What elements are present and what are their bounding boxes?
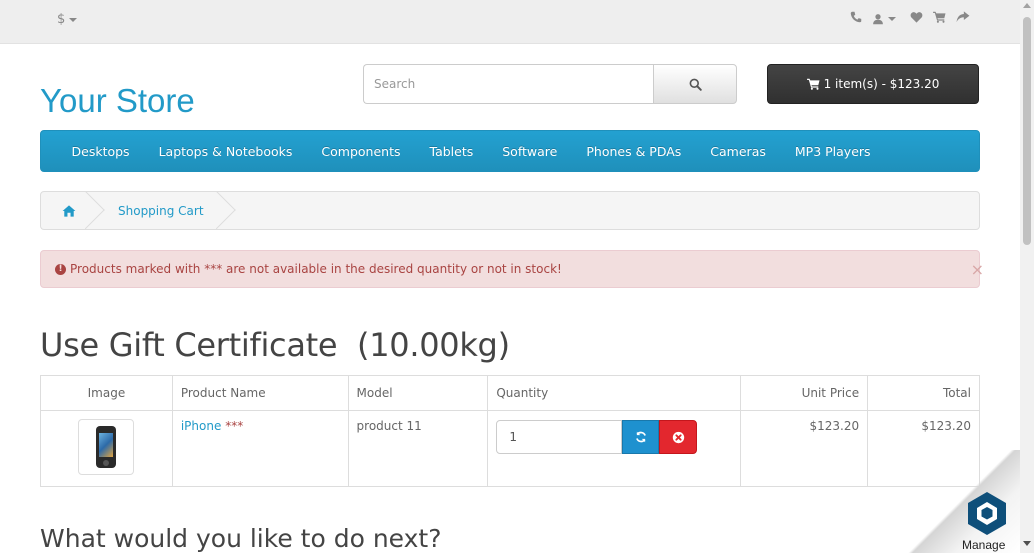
cell-model: product 11 bbox=[347, 410, 489, 487]
store-logo[interactable]: Your Store bbox=[40, 82, 195, 120]
page-title: Use Gift Certificate (10.00kg) bbox=[40, 326, 510, 364]
heart-icon[interactable] bbox=[910, 11, 923, 27]
main-menu: Desktops Laptops & Notebooks Components … bbox=[40, 130, 980, 172]
search-bar bbox=[363, 64, 737, 104]
breadcrumb-current-label: Shopping Cart bbox=[118, 203, 204, 218]
alert-close-button[interactable]: × bbox=[971, 260, 984, 279]
scroll-up-arrow-icon[interactable] bbox=[1023, 3, 1031, 8]
menu-item-software[interactable]: Software bbox=[488, 144, 572, 159]
exclamation-circle-icon: ! bbox=[55, 263, 66, 275]
menu-item-tablets[interactable]: Tablets bbox=[415, 144, 488, 159]
account-dropdown[interactable] bbox=[872, 13, 896, 25]
header-quantity: Quantity bbox=[487, 375, 742, 411]
search-button[interactable] bbox=[653, 64, 737, 104]
vertical-scrollbar[interactable] bbox=[1020, 0, 1034, 553]
header-unit-price: Unit Price bbox=[740, 375, 869, 411]
share-icon[interactable] bbox=[956, 11, 970, 27]
header-product-name: Product Name bbox=[171, 375, 349, 411]
home-icon bbox=[62, 204, 76, 217]
product-thumbnail[interactable] bbox=[78, 419, 135, 475]
header-model: Model bbox=[347, 375, 489, 411]
cell-unit-price: $123.20 bbox=[740, 410, 869, 487]
out-of-stock-marker: *** bbox=[225, 419, 244, 433]
menu-item-cameras[interactable]: Cameras bbox=[696, 144, 781, 159]
header-image: Image bbox=[40, 375, 173, 411]
manage-logo-icon bbox=[968, 492, 1006, 535]
menu-item-laptops-notebooks[interactable]: Laptops & Notebooks bbox=[144, 144, 307, 159]
breadcrumb-shopping-cart[interactable]: Shopping Cart bbox=[97, 192, 234, 229]
remove-button[interactable] bbox=[659, 420, 698, 454]
currency-dropdown[interactable]: $ bbox=[57, 12, 78, 27]
quantity-group bbox=[496, 420, 732, 454]
menu-item-components[interactable]: Components bbox=[307, 144, 415, 159]
table-header-row: Image Product Name Model Quantity Unit P… bbox=[40, 375, 980, 411]
cart-icon[interactable] bbox=[933, 11, 946, 27]
phone-icon[interactable] bbox=[850, 11, 862, 27]
next-steps-title: What would you like to do next? bbox=[40, 524, 442, 553]
search-input[interactable] bbox=[363, 64, 653, 104]
iphone-image bbox=[96, 426, 117, 468]
cell-image bbox=[40, 410, 173, 487]
stock-alert: ! Products marked with *** are not avail… bbox=[40, 250, 984, 288]
cart-total-label: 1 item(s) - $123.20 bbox=[823, 77, 940, 91]
currency-symbol: $ bbox=[57, 12, 66, 27]
cart-table: Image Product Name Model Quantity Unit P… bbox=[40, 375, 980, 487]
search-icon bbox=[689, 78, 702, 91]
breadcrumb: Shopping Cart bbox=[40, 191, 980, 230]
manage-label: Manage bbox=[962, 538, 1006, 552]
times-circle-icon bbox=[672, 431, 685, 443]
alert-message: Products marked with *** are not availab… bbox=[70, 262, 562, 276]
refresh-icon bbox=[635, 431, 646, 443]
manage-widget[interactable]: Manage bbox=[908, 450, 1020, 553]
caret-down-icon bbox=[69, 17, 78, 22]
top-bar: $ bbox=[0, 0, 1020, 44]
caret-down-icon bbox=[888, 17, 896, 21]
menu-item-phones-pdas[interactable]: Phones & PDAs bbox=[572, 144, 696, 159]
breadcrumb-home[interactable] bbox=[41, 192, 97, 229]
table-row: iPhone *** product 11 $123.20 $123.20 bbox=[40, 410, 980, 487]
cell-product-name: iPhone *** bbox=[171, 410, 349, 487]
scroll-down-arrow-icon[interactable] bbox=[1023, 541, 1031, 546]
product-link[interactable]: iPhone bbox=[181, 419, 222, 433]
top-links bbox=[850, 11, 970, 27]
user-icon bbox=[873, 14, 883, 25]
update-button[interactable] bbox=[622, 420, 660, 454]
cart-button[interactable]: 1 item(s) - $123.20 bbox=[767, 64, 979, 104]
menu-item-desktops[interactable]: Desktops bbox=[57, 144, 144, 159]
header-total: Total bbox=[867, 375, 980, 411]
quantity-input[interactable] bbox=[496, 420, 623, 454]
cell-quantity bbox=[487, 410, 742, 487]
cart-icon bbox=[806, 78, 820, 90]
menu-item-mp3-players[interactable]: MP3 Players bbox=[780, 144, 885, 159]
scroll-thumb[interactable] bbox=[1023, 17, 1031, 245]
breadcrumb-separator bbox=[216, 191, 236, 230]
